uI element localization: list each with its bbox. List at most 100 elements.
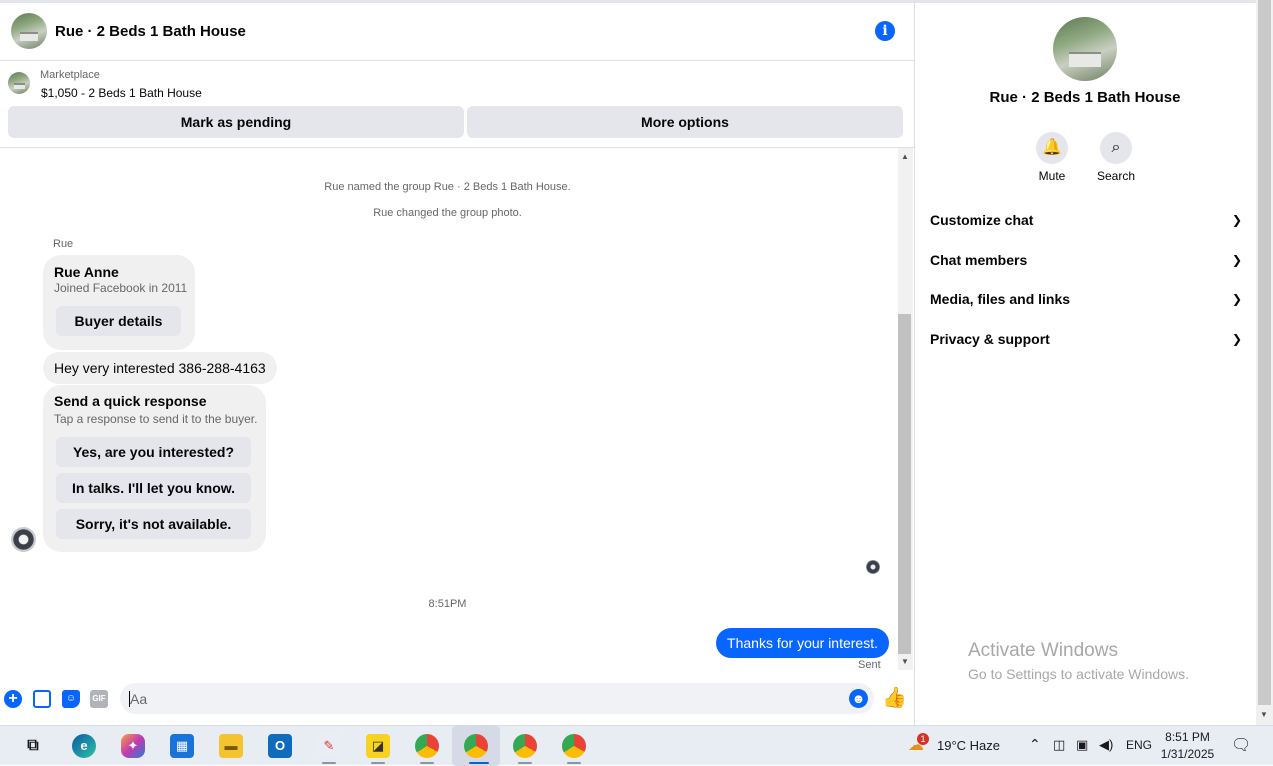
windows-taskbar: ⧉ e ✦ ▦ ▬ O ✎ ◪ ☁ 1 19°C Haze ⌃ ◫ ▣ ◀) E… xyxy=(0,725,1273,766)
chrome-profile-icon[interactable] xyxy=(464,734,488,758)
marketplace-label: Marketplace xyxy=(40,69,100,81)
panel-title: Rue · 2 Beds 1 Bath House xyxy=(989,89,1181,106)
sender-avatar[interactable] xyxy=(11,527,36,552)
emoji-icon[interactable]: ☻ xyxy=(849,689,868,708)
mute-label: Mute xyxy=(1038,169,1066,183)
sender-name: Rue xyxy=(53,238,74,250)
language-indicator[interactable]: ENG xyxy=(1126,738,1152,752)
chrome-icon[interactable] xyxy=(415,734,439,758)
paint-icon[interactable]: ✎ xyxy=(317,734,341,758)
message-list: Rue named the group Rue · 2 Beds 1 Bath … xyxy=(0,148,898,678)
chat-title[interactable]: Rue · 2 Beds 1 Bath House xyxy=(55,23,246,40)
search-label: Search xyxy=(1096,169,1136,183)
plus-icon[interactable]: + xyxy=(4,690,22,708)
chevron-down-icon: ❯ xyxy=(1231,332,1242,346)
meet-now-icon[interactable]: ◫ xyxy=(1053,737,1065,753)
running-indicator xyxy=(567,762,581,764)
file-explorer-icon[interactable]: ▬ xyxy=(219,734,243,758)
buyer-details-button[interactable]: Buyer details xyxy=(56,306,181,336)
clock[interactable]: 8:51 PM 1/31/2025 xyxy=(1155,729,1220,763)
system-message: Rue named the group Rue · 2 Beds 1 Bath … xyxy=(324,181,571,193)
media-files-links-section[interactable]: Media, files and links ❯ xyxy=(930,287,1242,311)
task-view-icon[interactable]: ⧉ xyxy=(21,734,45,758)
messenger-app: Rue · 2 Beds 1 Bath House i Marketplace … xyxy=(0,0,1273,725)
store-icon[interactable]: ▦ xyxy=(170,734,194,758)
chat-members-section[interactable]: Chat members ❯ xyxy=(930,248,1242,272)
outgoing-message[interactable]: Thanks for your interest. xyxy=(716,628,889,658)
timestamp: 8:51PM xyxy=(428,598,467,610)
weather-badge: 1 xyxy=(917,733,929,745)
section-label: Chat members xyxy=(930,252,1028,268)
delivery-status: Sent xyxy=(858,659,881,671)
watermark-title: Activate Windows xyxy=(968,640,1118,661)
page-scrollbar[interactable]: ▼ xyxy=(1256,0,1273,725)
sticky-notes-icon[interactable]: ◪ xyxy=(366,734,390,758)
group-photo[interactable] xyxy=(1053,17,1117,81)
buyer-name: Rue Anne xyxy=(54,264,119,280)
section-label: Media, files and links xyxy=(930,291,1071,307)
buyer-joined: Joined Facebook in 2011 xyxy=(54,281,188,295)
outlook-icon[interactable]: O xyxy=(268,734,292,758)
section-label: Privacy & support xyxy=(930,331,1050,347)
buyer-profile-card: Rue Anne Joined Facebook in 2011 Buyer d… xyxy=(43,255,195,350)
customize-chat-section[interactable]: Customize chat ❯ xyxy=(930,208,1242,232)
quick-response-card: Send a quick response Tap a response to … xyxy=(43,385,266,552)
page-scrollbar-thumb[interactable] xyxy=(1258,0,1271,705)
listing-title[interactable]: $1,050 - 2 Beds 1 Bath House xyxy=(41,86,202,100)
chrome-profile-icon[interactable] xyxy=(562,734,586,758)
scroll-up-arrow-icon[interactable]: ▲ xyxy=(901,152,909,161)
section-label: Customize chat xyxy=(930,212,1034,228)
volume-icon[interactable]: ◀) xyxy=(1099,737,1113,753)
chevron-down-icon: ❯ xyxy=(1231,253,1242,267)
running-indicator xyxy=(420,762,434,764)
running-indicator xyxy=(371,762,385,764)
quick-response-option[interactable]: In talks. I'll let you know. xyxy=(56,473,251,503)
chat-info-panel: Rue · 2 Beds 1 Bath House 🔔 Mute ⌕ Searc… xyxy=(915,0,1256,725)
notifications-icon[interactable]: 🗨 xyxy=(1231,735,1251,755)
composer: + ☺ GIF ☻ 👍 xyxy=(0,680,914,720)
mark-as-pending-button[interactable]: Mark as pending xyxy=(8,106,464,138)
chevron-up-icon[interactable]: ⌃ xyxy=(1029,736,1041,753)
activate-windows-watermark: Activate Windows Go to Settings to activ… xyxy=(968,640,1189,682)
incoming-message[interactable]: Hey very interested 386-288-4163 xyxy=(43,352,277,384)
message-input[interactable] xyxy=(130,683,830,714)
listing-thumbnail[interactable] xyxy=(8,72,30,94)
network-icon[interactable]: ▣ xyxy=(1076,737,1088,753)
privacy-support-section[interactable]: Privacy & support ❯ xyxy=(930,327,1242,351)
scroll-down-arrow-icon[interactable]: ▼ xyxy=(901,657,909,666)
search-button[interactable]: ⌕ Search xyxy=(1086,132,1146,183)
system-message: Rue changed the group photo. xyxy=(373,207,522,219)
running-indicator xyxy=(322,762,336,764)
edge-icon[interactable]: e xyxy=(72,734,96,758)
chevron-down-icon: ❯ xyxy=(1231,292,1242,306)
quick-response-option[interactable]: Sorry, it's not available. xyxy=(56,509,251,539)
chrome-profile-icon[interactable] xyxy=(513,734,537,758)
active-indicator xyxy=(469,762,489,764)
mute-button[interactable]: 🔔 Mute xyxy=(1022,132,1082,183)
thumbs-up-icon[interactable]: 👍 xyxy=(882,686,907,710)
search-icon[interactable]: ⌕ xyxy=(1100,132,1132,164)
quick-response-title: Send a quick response xyxy=(54,393,207,409)
marketplace-banner: Marketplace $1,050 - 2 Beds 1 Bath House… xyxy=(0,61,914,148)
copilot-icon[interactable]: ✦ xyxy=(121,734,145,758)
scroll-down-arrow-icon[interactable]: ▼ xyxy=(1260,710,1268,719)
scrollbar-thumb[interactable] xyxy=(898,314,911,654)
weather-text[interactable]: 19°C Haze xyxy=(937,738,1000,753)
message-scrollbar[interactable]: ▲ ▼ xyxy=(898,148,913,670)
group-avatar[interactable] xyxy=(11,13,47,49)
quick-response-option[interactable]: Yes, are you interested? xyxy=(56,437,251,467)
clock-date: 1/31/2025 xyxy=(1160,747,1215,761)
running-indicator xyxy=(518,762,532,764)
sticker-icon[interactable]: ☺ xyxy=(62,690,80,708)
seen-avatar xyxy=(866,560,880,574)
clock-time: 8:51 PM xyxy=(1165,730,1210,744)
chat-header: Rue · 2 Beds 1 Bath House i xyxy=(0,3,914,61)
photo-icon[interactable] xyxy=(33,690,51,708)
gif-icon[interactable]: GIF xyxy=(90,690,108,708)
info-icon[interactable]: i xyxy=(875,21,895,41)
more-options-button[interactable]: More options xyxy=(467,106,903,138)
chevron-down-icon: ❯ xyxy=(1231,213,1242,227)
watermark-subtitle: Go to Settings to activate Windows. xyxy=(968,666,1189,682)
message-input-box[interactable]: ☻ xyxy=(120,683,874,714)
bell-icon[interactable]: 🔔 xyxy=(1036,132,1068,164)
